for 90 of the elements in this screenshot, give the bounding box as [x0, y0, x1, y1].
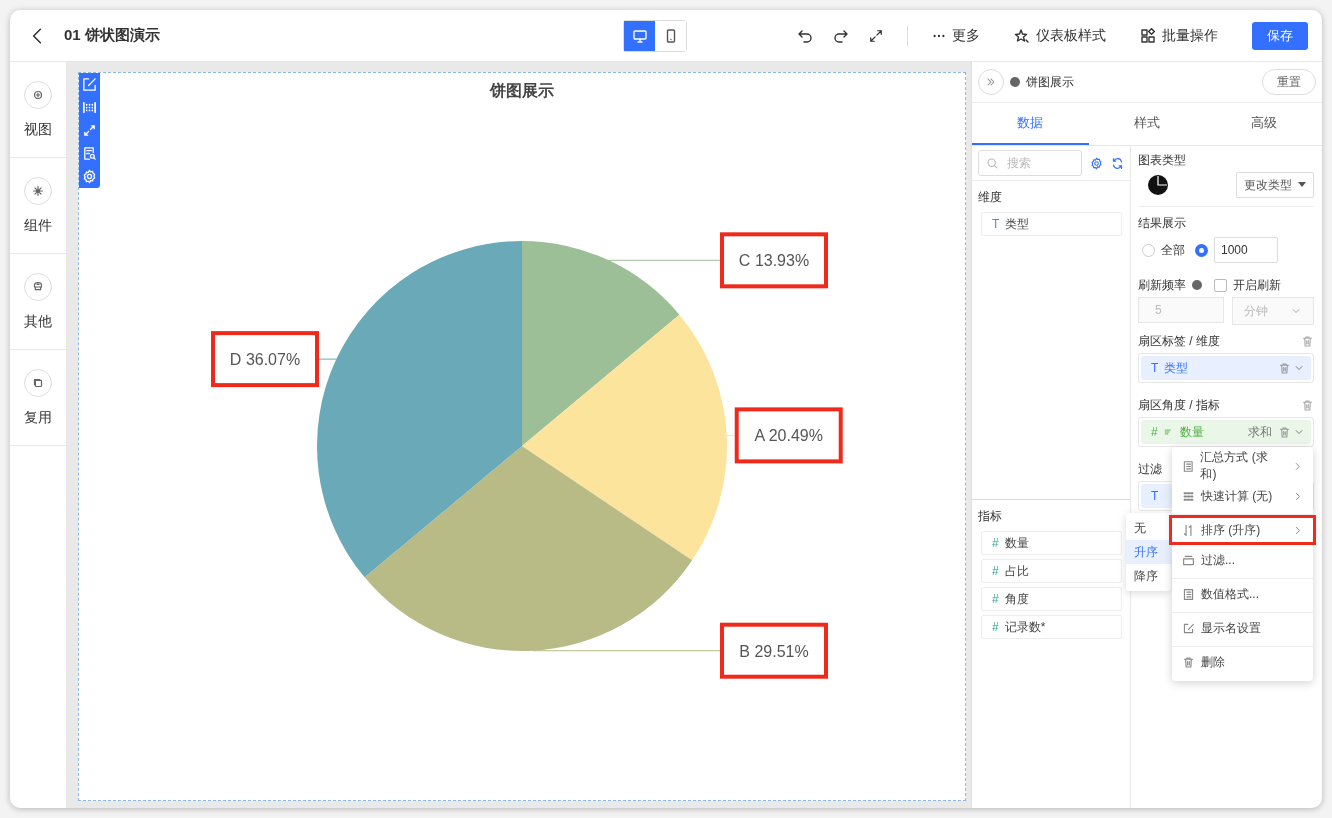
batch-button[interactable]: 批量操作 [1140, 26, 1218, 45]
radio-button[interactable] [1195, 243, 1208, 257]
panel-title: 饼图展示 [1026, 73, 1075, 91]
dotted-grid-icon [82, 100, 97, 115]
edit-icon [1182, 621, 1195, 635]
expand-button[interactable] [82, 123, 97, 138]
data-label: B 29.51% [739, 642, 809, 660]
grid-icon [1182, 489, 1195, 503]
sort-icon [1182, 523, 1195, 537]
field-item[interactable]: # 记录数* [981, 615, 1122, 639]
preview-button[interactable] [82, 146, 97, 161]
change-type-dropdown[interactable]: 更改类型 [1236, 172, 1314, 198]
section-title: 刷新频率 [1138, 277, 1186, 293]
style-button[interactable]: 仪表板样式 [1014, 26, 1106, 45]
checkbox[interactable] [1214, 278, 1227, 292]
expand-icon [82, 123, 97, 138]
trash-icon [1278, 425, 1291, 439]
menu-item[interactable]: 过滤... [1169, 545, 1316, 575]
monitor-icon [631, 27, 648, 44]
tab[interactable]: 高级 [1205, 103, 1322, 145]
info-icon [1192, 280, 1202, 290]
submenu-item[interactable]: 降序 [1126, 564, 1171, 588]
edit-icon [82, 77, 97, 92]
leader-line [316, 358, 337, 360]
filter-icon [1182, 553, 1195, 567]
sidebar-item[interactable]: 复用 [10, 350, 66, 446]
fullscreen-button[interactable] [869, 28, 883, 43]
section-title: 扇区标签 / 维度 [1138, 333, 1220, 349]
search-field[interactable]: 搜索 [978, 150, 1082, 176]
field-item[interactable]: # 角度 [981, 587, 1122, 611]
desktop-view-button[interactable] [624, 20, 655, 51]
menu-item[interactable]: 显示名设置 [1169, 613, 1316, 643]
radio-button[interactable] [1142, 243, 1155, 257]
field-chip[interactable]: T 类型 [1141, 356, 1311, 380]
section-title: 图表类型 [1138, 152, 1186, 168]
caret-icon [1298, 182, 1306, 188]
info-icon [1010, 77, 1020, 87]
page-title: 01 饼状图演示 [64, 26, 161, 45]
blocks-icon [1140, 27, 1156, 44]
settings-icon [1090, 156, 1103, 170]
double-chevron-icon [985, 76, 997, 88]
refresh-icon [1111, 156, 1124, 170]
menu-item[interactable]: 排序 (升序) [1169, 515, 1316, 545]
submenu-item[interactable]: 无 [1126, 516, 1171, 540]
component-icon [31, 183, 45, 198]
list-icon [1182, 587, 1195, 601]
expand-icon [869, 28, 883, 43]
chart-title: 饼图展示 [490, 82, 554, 99]
sparkle-icon [1014, 27, 1030, 44]
field-chip[interactable]: # 数量 求和 [1141, 420, 1311, 444]
save-button[interactable]: 保存 [1252, 21, 1308, 50]
menu-item[interactable]: 数值格式... [1169, 579, 1316, 609]
trash-icon [1301, 334, 1314, 348]
field-item[interactable]: # 数量 [981, 531, 1122, 555]
trash-icon [1278, 361, 1291, 375]
menu-item[interactable]: 删除 [1169, 647, 1316, 677]
data-label: C 13.93% [738, 252, 810, 270]
menu-item[interactable]: 快速计算 (无) [1169, 481, 1316, 511]
settings-icon [82, 169, 97, 184]
section-title: 结果展示 [1138, 215, 1186, 231]
radio-label: 全部 [1161, 241, 1185, 259]
data-label: A 20.49% [754, 427, 823, 445]
settings-button[interactable] [82, 169, 97, 184]
sort-icon [1163, 426, 1174, 438]
tab[interactable]: 样式 [1088, 103, 1206, 145]
edit-button[interactable] [82, 77, 97, 92]
pie-chart-icon [1148, 175, 1168, 195]
section-title: 过滤 [1138, 461, 1162, 477]
trash-icon [1182, 655, 1195, 669]
sidebar-item[interactable]: 组件 [10, 158, 66, 254]
search-icon [986, 157, 999, 170]
section-title: 指标 [977, 508, 1003, 525]
trash-icon [1301, 398, 1314, 412]
section-title: 维度 [977, 189, 1003, 206]
tab[interactable]: 数据 [972, 103, 1089, 145]
checkbox-label: 开启刷新 [1233, 277, 1281, 293]
field-item[interactable]: # 占比 [981, 559, 1122, 583]
limit-input[interactable]: 1000 [1214, 237, 1278, 263]
layout-button[interactable] [82, 100, 97, 115]
sidebar-item[interactable]: 其他 [10, 254, 66, 350]
reset-button[interactable]: 重置 [1262, 69, 1316, 95]
list-icon [1182, 459, 1195, 473]
submenu-item[interactable]: 升序 [1126, 540, 1171, 564]
menu-item[interactable]: 汇总方式 (求和) [1169, 451, 1316, 481]
data-label: D 36.07% [229, 351, 301, 369]
more-button[interactable]: 更多 [932, 26, 980, 45]
field-item[interactable]: T 类型 [981, 212, 1122, 236]
document-search-icon [82, 146, 97, 161]
sidebar-item[interactable]: 视图 [10, 62, 66, 158]
section-title: 扇区角度 / 指标 [1138, 397, 1220, 413]
